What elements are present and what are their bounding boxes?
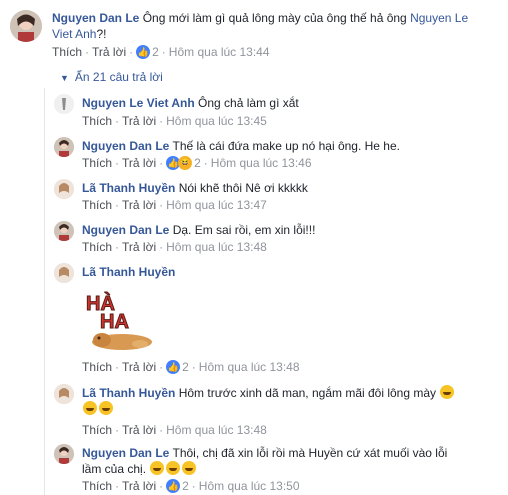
reaction-count[interactable]: 2 [152, 45, 159, 59]
comment-text: Dạ. Em sai rồi, em xin lỗi!!! [172, 223, 316, 237]
reply-button[interactable]: Trả lời [122, 423, 156, 437]
thumbs-up-icon[interactable]: 👍 [136, 45, 151, 59]
reply-actions: Thích · Trả lời · 👍 2 · Hôm qua lúc 13:48 [82, 360, 300, 374]
reply-actions: Thích · Trả lời · Hôm qua lúc 13:45 [82, 114, 267, 128]
laughing-emoji-icon [182, 461, 197, 475]
reply-button[interactable]: Trả lời [122, 479, 156, 493]
comment-actions: Thích · Trả lời · 👍 2 · Hôm qua lúc 13:44 [52, 45, 270, 59]
reply-actions: Thích · Trả lời · Hôm qua lúc 13:48 [82, 240, 267, 254]
reply-actions: Thích · Trả lời · 👍 2 · Hôm qua lúc 13:50 [82, 479, 300, 493]
hide-replies-label: Ẩn 21 câu trả lời [74, 70, 163, 84]
comment-text: Ông chả làm gì xắt [198, 96, 299, 110]
reply-body: Nguyen Dan Le Dạ. Em sai rồi, em xin lỗi… [82, 222, 315, 238]
main-comment-body: Nguyen Dan Le Ông mới làm gì quả lông mà… [52, 10, 502, 42]
avatar[interactable] [54, 444, 74, 464]
reply-body: Lã Thanh Huyền [82, 264, 175, 280]
svg-text:HA: HA [100, 311, 129, 333]
timestamp[interactable]: Hôm qua lúc 13:48 [199, 360, 300, 374]
avatar[interactable] [10, 10, 42, 42]
hide-replies-link[interactable]: ▼ Ẩn 21 câu trả lời [60, 70, 163, 84]
reply-button[interactable]: Trả lời [122, 198, 156, 212]
timestamp[interactable]: Hôm qua lúc 13:46 [211, 156, 312, 170]
reply-body: Nguyen Dan Le Thôi, chị đã xin lỗi rồi m… [82, 445, 502, 477]
avatar[interactable] [54, 137, 74, 157]
comment-text-line2: lầm của chị. [82, 462, 147, 476]
reply-body: Lã Thanh Huyền Hôm trước xinh dã man, ng… [82, 385, 502, 417]
thumbs-up-icon[interactable]: 👍 [166, 479, 181, 493]
mention-link-cont[interactable]: Viet Anh [52, 27, 96, 41]
like-button[interactable]: Thích [82, 240, 112, 254]
reaction-count[interactable]: 2 [182, 360, 189, 374]
comment-text: Thôi, chị đã xin lỗi rồi mà Huyền cứ xát… [172, 446, 448, 460]
timestamp[interactable]: Hôm qua lúc 13:45 [166, 114, 267, 128]
avatar[interactable] [54, 94, 74, 114]
laughing-emoji-icon [440, 385, 455, 399]
reply-button[interactable]: Trả lời [122, 156, 156, 170]
comment-author[interactable]: Nguyen Dan Le [82, 223, 169, 237]
laughing-face-icon[interactable]: 😆 [178, 156, 193, 170]
reply-body: Nguyen Dan Le Thế là cái đứa make up nó … [82, 138, 400, 154]
laughing-emoji-icon [99, 401, 113, 415]
like-button[interactable]: Thích [82, 423, 112, 437]
reply-body: Nguyen Le Viet Anh Ông chả làm gì xắt [82, 95, 299, 111]
comment-author[interactable]: Nguyen Dan Le [52, 11, 139, 25]
timestamp[interactable]: Hôm qua lúc 13:44 [169, 45, 270, 59]
reply-button[interactable]: Trả lời [92, 45, 126, 59]
like-button[interactable]: Thích [52, 45, 82, 59]
reply-body: Lã Thanh Huyền Nói khẽ thôi Nê ơi kkkkk [82, 180, 308, 196]
reply-actions: Thích · Trả lời · Hôm qua lúc 13:47 [82, 198, 267, 212]
reaction-count[interactable]: 2 [182, 479, 189, 493]
thumbs-up-icon[interactable]: 👍 [166, 360, 181, 374]
comment-text: Nói khẽ thôi Nê ơi kkkkk [178, 181, 308, 195]
reply-button[interactable]: Trả lời [122, 114, 156, 128]
avatar[interactable] [54, 221, 74, 241]
laughing-emoji-icon [83, 401, 97, 415]
like-button[interactable]: Thích [82, 479, 112, 493]
reply-actions: Thích · Trả lời · Hôm qua lúc 13:48 [82, 423, 267, 437]
avatar[interactable] [54, 384, 74, 404]
comment-author[interactable]: Nguyen Dan Le [82, 446, 169, 460]
comment-author[interactable]: Lã Thanh Huyền [82, 386, 175, 400]
thread-line [44, 88, 45, 495]
comment-author[interactable]: Lã Thanh Huyền [82, 265, 175, 279]
like-button[interactable]: Thích [82, 156, 112, 170]
like-button[interactable]: Thích [82, 114, 112, 128]
laughing-emoji-icon [166, 461, 181, 475]
timestamp[interactable]: Hôm qua lúc 13:48 [166, 423, 267, 437]
like-button[interactable]: Thích [82, 198, 112, 212]
comment-text: Ông mới làm gì quả lông mày của ông thế … [142, 11, 407, 25]
timestamp[interactable]: Hôm qua lúc 13:50 [199, 479, 300, 493]
like-button[interactable]: Thích [82, 360, 112, 374]
avatar[interactable] [54, 263, 74, 283]
timestamp[interactable]: Hôm qua lúc 13:47 [166, 198, 267, 212]
avatar[interactable] [54, 179, 74, 199]
reply-button[interactable]: Trả lời [122, 360, 156, 374]
laughing-emoji-icon [150, 461, 165, 475]
reaction-count[interactable]: 2 [194, 156, 201, 170]
sticker-image[interactable]: HÀ HA [82, 288, 158, 352]
comment-text: Thế là cái đứa make up nó hại ông. He he… [172, 139, 400, 153]
comment-author[interactable]: Nguyen Le Viet Anh [82, 96, 195, 110]
mention-link[interactable]: Nguyen Le [410, 11, 468, 25]
comment-text: Hôm trước xinh dã man, ngắm mãi đôi lông… [178, 386, 437, 400]
timestamp[interactable]: Hôm qua lúc 13:48 [166, 240, 267, 254]
reply-actions: Thích · Trả lời · 👍 😆 2 · Hôm qua lúc 13:46 [82, 156, 312, 170]
comment-text-end: ?! [96, 27, 107, 41]
comment-author[interactable]: Lã Thanh Huyền [82, 181, 175, 195]
comment-author[interactable]: Nguyen Dan Le [82, 139, 169, 153]
reply-button[interactable]: Trả lời [122, 240, 156, 254]
triangle-down-icon: ▼ [60, 73, 69, 83]
